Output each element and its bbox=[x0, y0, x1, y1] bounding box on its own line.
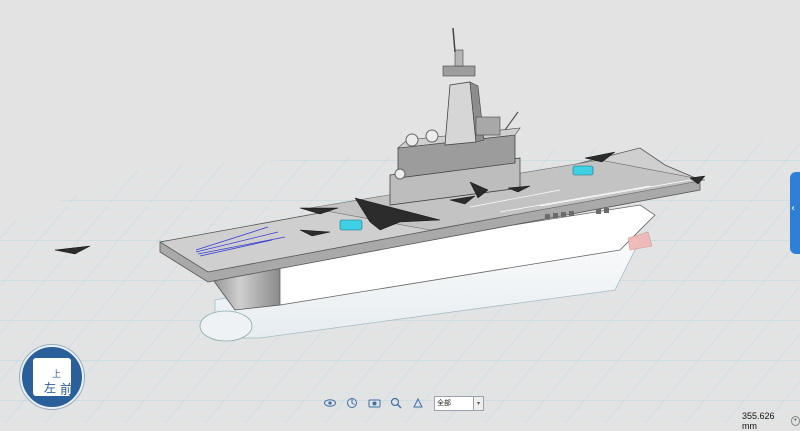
view-cube[interactable]: 上 左 前 bbox=[20, 345, 84, 409]
view-cube-front-label[interactable]: 前 bbox=[60, 379, 73, 398]
view-filter-value: 全部 bbox=[437, 399, 451, 407]
camera-icon[interactable] bbox=[366, 395, 382, 411]
view-cube-face[interactable]: 上 左 前 bbox=[33, 358, 73, 398]
eye-icon[interactable] bbox=[322, 395, 338, 411]
home-view-icon[interactable] bbox=[344, 395, 360, 411]
search-icon[interactable] bbox=[410, 395, 426, 411]
zoom-plus-icon[interactable]: + bbox=[790, 416, 800, 426]
view-cube-left-label[interactable]: 左 bbox=[44, 379, 56, 396]
panel-toggle-tab[interactable]: ‹ bbox=[790, 172, 800, 254]
zoom-fit-icon[interactable] bbox=[388, 395, 404, 411]
chevron-down-icon[interactable]: ▾ bbox=[473, 396, 483, 410]
view-filter-select[interactable]: 全部 ▾ bbox=[434, 395, 484, 411]
scale-readout: 355.626 mm + bbox=[742, 411, 800, 431]
chevron-left-icon: ‹ bbox=[791, 203, 795, 214]
3d-viewport[interactable] bbox=[0, 0, 800, 423]
scene-canvas bbox=[0, 27, 800, 423]
scale-value: 355.626 mm bbox=[742, 411, 775, 431]
bottom-toolbar: 全部 ▾ bbox=[322, 394, 484, 412]
